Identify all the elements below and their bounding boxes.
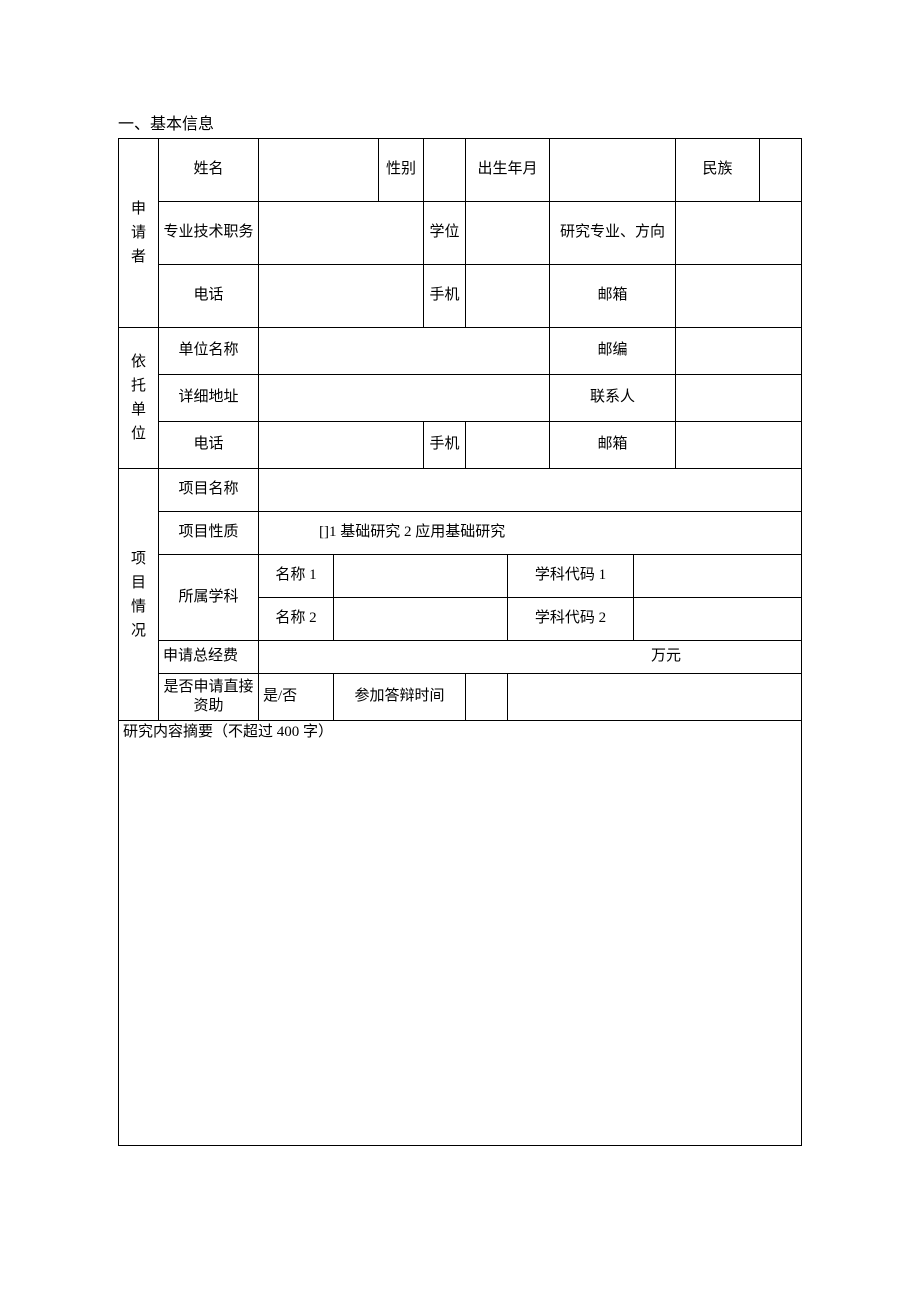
org-contact-value[interactable] — [676, 375, 802, 422]
ethnicity-value[interactable] — [760, 139, 802, 202]
org-mobile-value[interactable] — [466, 422, 550, 469]
applicant-phone-label: 电话 — [159, 265, 259, 328]
dob-label: 出生年月 — [466, 139, 550, 202]
form-table: 申请者 姓名 性别 出生年月 民族 专业技术职务 学位 研究专业、方向 电话 手… — [118, 138, 802, 1146]
proj-name-value[interactable] — [259, 469, 802, 512]
org-email-label: 邮箱 — [550, 422, 676, 469]
org-name-label: 单位名称 — [159, 328, 259, 375]
proj-name-label: 项目名称 — [159, 469, 259, 512]
degree-value[interactable] — [466, 202, 550, 265]
org-header: 依托单位 — [119, 328, 159, 469]
fund-label: 申请总经费 — [159, 641, 259, 674]
applicant-email-value[interactable] — [676, 265, 802, 328]
name-label: 姓名 — [159, 139, 259, 202]
org-addr-label: 详细地址 — [159, 375, 259, 422]
degree-label: 学位 — [424, 202, 466, 265]
applicant-phone-value[interactable] — [259, 265, 424, 328]
disc-name1-value[interactable] — [334, 555, 508, 598]
org-phone-value[interactable] — [259, 422, 424, 469]
disc-code2-label: 学科代码 2 — [508, 598, 634, 641]
section-title: 一、基本信息 — [118, 110, 802, 134]
applicant-email-label: 邮箱 — [550, 265, 676, 328]
defense-time-label: 参加答辩时间 — [334, 674, 466, 721]
protitle-value[interactable] — [259, 202, 424, 265]
disc-code2-value[interactable] — [634, 598, 802, 641]
gender-value[interactable] — [424, 139, 466, 202]
gender-label: 性别 — [379, 139, 424, 202]
direct-fund-value[interactable]: 是/否 — [259, 674, 334, 721]
abstract-body[interactable] — [119, 745, 802, 1146]
dob-value[interactable] — [550, 139, 676, 202]
ethnicity-label: 民族 — [676, 139, 760, 202]
org-contact-label: 联系人 — [550, 375, 676, 422]
disc-code1-label: 学科代码 1 — [508, 555, 634, 598]
name-value[interactable] — [259, 139, 379, 202]
applicant-mobile-label: 手机 — [424, 265, 466, 328]
org-mobile-label: 手机 — [424, 422, 466, 469]
discipline-label: 所属学科 — [159, 555, 259, 641]
org-name-value[interactable] — [259, 328, 550, 375]
applicant-header: 申请者 — [119, 139, 159, 328]
defense-time-value1[interactable] — [466, 674, 508, 721]
protitle-label: 专业技术职务 — [159, 202, 259, 265]
applicant-mobile-value[interactable] — [466, 265, 550, 328]
org-email-value[interactable] — [676, 422, 802, 469]
abstract-label: 研究内容摘要（不超过 400 字） — [119, 721, 802, 745]
org-addr-value[interactable] — [259, 375, 550, 422]
proj-nature-label: 项目性质 — [159, 512, 259, 555]
disc-name2-label: 名称 2 — [259, 598, 334, 641]
disc-name2-value[interactable] — [334, 598, 508, 641]
direct-fund-label: 是否申请直接资助 — [159, 674, 259, 721]
org-zip-label: 邮编 — [550, 328, 676, 375]
org-zip-value[interactable] — [676, 328, 802, 375]
fund-value[interactable]: 万元 — [259, 641, 802, 674]
disc-name1-label: 名称 1 — [259, 555, 334, 598]
org-phone-label: 电话 — [159, 422, 259, 469]
proj-nature-value[interactable]: []1 基础研究 2 应用基础研究 — [259, 512, 802, 555]
research-dir-value[interactable] — [676, 202, 802, 265]
project-header: 项目情况 — [119, 469, 159, 721]
disc-code1-value[interactable] — [634, 555, 802, 598]
defense-time-value2[interactable] — [508, 674, 802, 721]
research-dir-label: 研究专业、方向 — [550, 202, 676, 265]
